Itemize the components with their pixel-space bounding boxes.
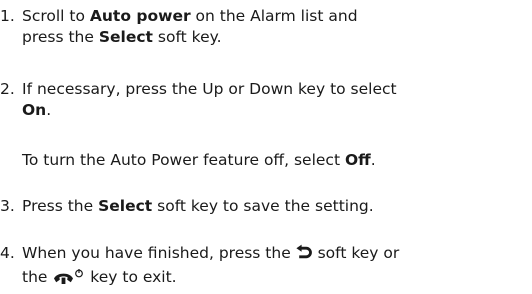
step-text: Scroll to Auto power on the Alarm list a… — [22, 6, 532, 48]
step-line: press the Select soft key. — [22, 28, 222, 46]
step-line: On. — [22, 101, 52, 119]
step-line: Scroll to Auto power on the Alarm list a… — [22, 7, 358, 25]
back-arrow-icon — [296, 244, 313, 267]
step-number: 4. — [0, 244, 15, 262]
step-text: When you have finished, press the soft k… — [22, 243, 532, 291]
step-line: If necessary, press the Up or Down key t… — [22, 80, 397, 98]
step-line: When you have finished, press the soft k… — [22, 243, 532, 267]
bold-term: Select — [98, 28, 153, 46]
step-text: Press the Select soft key to save the se… — [22, 196, 532, 217]
step-2-note: To turn the Auto Power feature off, sele… — [22, 151, 376, 169]
bold-term: On — [22, 101, 47, 119]
bold-term: Auto power — [89, 7, 191, 25]
bold-term: Off — [344, 151, 371, 169]
step-line: the key to exit. — [22, 267, 532, 291]
step-line: Press the Select soft key to save the se… — [22, 197, 374, 215]
step-number: 3. — [0, 197, 15, 215]
end-call-power-icon — [52, 268, 85, 291]
step-text: If necessary, press the Up or Down key t… — [22, 79, 532, 121]
step-number: 1. — [0, 7, 15, 25]
step-number: 2. — [0, 80, 15, 98]
bold-term: Select — [98, 197, 153, 215]
